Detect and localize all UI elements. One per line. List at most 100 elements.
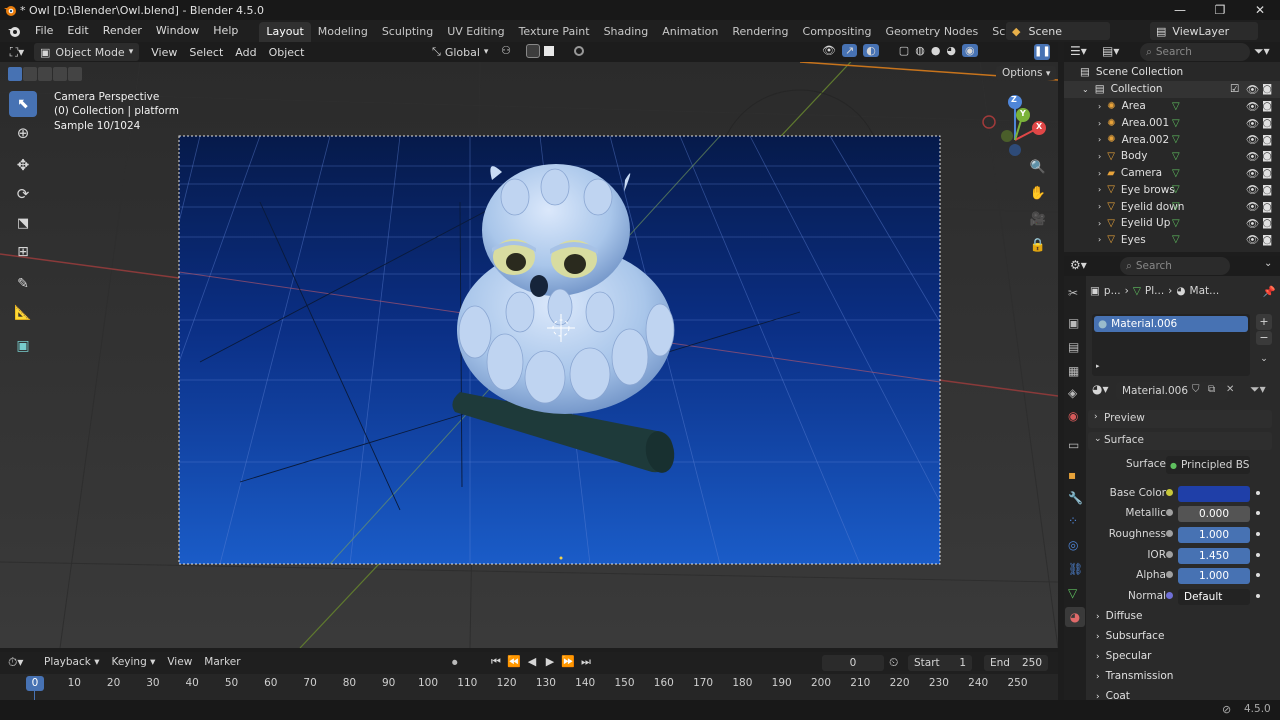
vp-menu-object[interactable]: Object [263, 46, 311, 59]
gizmo-y-label[interactable]: Y [1020, 109, 1026, 118]
vp-menu-view[interactable]: View [145, 46, 183, 59]
menu-keying[interactable]: Keying ▾ [111, 656, 155, 668]
clock-icon[interactable]: ⏲ [889, 655, 898, 670]
pin-icon[interactable]: 📌 [1263, 285, 1276, 298]
chevron-down-icon[interactable]: ⌄ [1264, 258, 1272, 269]
render-camera-icon[interactable]: ◙ [1262, 83, 1272, 95]
object-tab-icon[interactable]: ▪ [1068, 468, 1076, 482]
vp-menu-select[interactable]: Select [183, 46, 229, 59]
menu-render[interactable]: Render [96, 20, 149, 42]
eye-icon[interactable]: 👁 [1246, 167, 1259, 180]
gizmo-x-label[interactable]: X [1036, 122, 1042, 131]
slot-specials-icon[interactable]: ⌄ [1256, 352, 1272, 366]
timeline-ruler[interactable]: 0 10 20 30 40 50 60 70 80 90 100 110 120 130 140 150 160… [0, 674, 1058, 700]
eye-icon[interactable]: 👁 [1246, 100, 1259, 113]
checkbox-icon[interactable]: ☑ [1230, 83, 1239, 95]
animate-property-icon[interactable] [1256, 553, 1260, 557]
eye-icon[interactable]: 👁 [1246, 83, 1259, 96]
tab-layout[interactable]: Layout [259, 22, 311, 42]
scene-selector[interactable]: ◆ Scene [1006, 22, 1110, 40]
input-socket-icon[interactable] [1166, 509, 1173, 516]
scene-collection-row[interactable]: ▤ Scene Collection [1064, 64, 1280, 81]
expand-arrow-icon[interactable]: ▸ [1096, 362, 1100, 370]
render-camera-icon[interactable]: ◙ [1262, 134, 1272, 146]
prev-keyframe-icon[interactable]: ⏪ [506, 655, 522, 669]
input-socket-icon[interactable] [1166, 530, 1173, 537]
display-mode-icon[interactable]: ▤▾ [1102, 44, 1119, 58]
render-tab-icon[interactable]: ▣ [1068, 316, 1079, 330]
duplicate-icon[interactable]: ⧉ [1208, 384, 1215, 395]
material-tab-icon[interactable]: ◕ [1065, 607, 1085, 627]
outliner-item[interactable]: › ✺ Area.002 ▽ 👁 ◙ [1064, 131, 1280, 148]
render-camera-icon[interactable]: ◙ [1262, 201, 1272, 213]
move-tool[interactable]: ✥ [9, 152, 37, 178]
add-cube-tool[interactable]: ▣ [9, 333, 37, 359]
render-camera-icon[interactable]: ◙ [1262, 100, 1272, 112]
object-data-icon[interactable]: ▽ [1172, 134, 1180, 145]
select-box-tool[interactable]: ⬉ [9, 91, 37, 117]
animate-property-icon[interactable] [1256, 491, 1260, 495]
material-type-icon[interactable]: ⏷▾ [1250, 382, 1266, 397]
chevron-right-icon[interactable]: › [1098, 219, 1101, 228]
material-slot-row[interactable]: ● Material.006 [1094, 316, 1248, 332]
breadcrumb-object[interactable]: p... [1104, 285, 1121, 297]
lock-icon[interactable]: 🔒 [1028, 238, 1048, 258]
prop-field-normal[interactable]: Default [1178, 589, 1250, 605]
3d-viewport[interactable]: Z X Y Options ▾ Camera Perspective (0) C… [0, 62, 1058, 648]
eye-icon[interactable]: 👁 [1246, 150, 1259, 163]
menu-window[interactable]: Window [149, 20, 206, 42]
animate-property-icon[interactable] [1256, 594, 1260, 598]
tool-tab-icon[interactable]: ✂ [1068, 286, 1078, 300]
menu-timeline-view[interactable]: View [167, 656, 192, 668]
eye-icon[interactable]: 👁 [1246, 183, 1259, 196]
chevron-right-icon[interactable]: › [1098, 185, 1101, 194]
outliner-editor-icon[interactable]: ☰▾ [1070, 44, 1087, 58]
remove-slot-button[interactable]: − [1256, 331, 1272, 345]
chevron-right-icon[interactable]: › [1098, 152, 1101, 161]
collection-row[interactable]: ⌄ ▤ Collection ☑ 👁 ◙ [1064, 81, 1280, 98]
rendered-shading-icon[interactable]: ◉ [962, 44, 978, 57]
surface-shader-selector[interactable]: ● Principled BSDF [1166, 456, 1250, 474]
object-data-icon[interactable]: ▽ [1172, 151, 1180, 162]
timeline-editor-icon[interactable]: ⏱▾ [8, 655, 23, 670]
snap-target-icon[interactable] [544, 46, 554, 56]
outliner-item[interactable]: › ▽ Body ▽ 👁 ◙ [1064, 148, 1280, 165]
view-layer-selector[interactable]: ▤ ViewLayer [1150, 22, 1258, 40]
object-data-icon[interactable]: ▽ [1172, 184, 1180, 195]
chevron-right-icon[interactable]: › [1098, 169, 1101, 178]
animate-property-icon[interactable] [1256, 511, 1260, 515]
outliner-item[interactable]: › ▽ Eyes ▽ 👁 ◙ [1064, 232, 1280, 249]
pivot-icon[interactable]: ⚇ [498, 44, 514, 60]
maximize-button[interactable]: ❐ [1200, 0, 1240, 20]
overlay-toggle-icon[interactable]: ◐ [863, 44, 879, 57]
prop-field-ior[interactable]: 1.450 [1178, 548, 1250, 564]
object-data-icon[interactable]: ▽ [1172, 118, 1180, 129]
close-button[interactable]: ✕ [1240, 0, 1280, 20]
auto-keying-icon[interactable]: ⏺ [452, 656, 458, 670]
menu-edit[interactable]: Edit [60, 20, 95, 42]
outliner-item[interactable]: › ▽ Eyelid Up ▽ 👁 ◙ [1064, 215, 1280, 232]
chevron-right-icon[interactable]: › [1098, 135, 1101, 144]
select-subtract-icon[interactable] [38, 67, 52, 81]
input-socket-icon[interactable] [1166, 551, 1173, 558]
render-camera-icon[interactable]: ◙ [1262, 117, 1272, 129]
vp-menu-add[interactable]: Add [229, 46, 262, 59]
visibility-icon[interactable]: 👁 [822, 44, 836, 57]
object-data-icon[interactable]: ▽ [1172, 201, 1180, 212]
outliner-item[interactable]: › ▰ Camera ▽ 👁 ◙ [1064, 165, 1280, 182]
add-slot-button[interactable]: + [1256, 314, 1272, 330]
panel-coat[interactable]: › Coat [1096, 690, 1130, 700]
panel-specular[interactable]: › Specular [1096, 650, 1152, 662]
next-keyframe-icon[interactable]: ⏩ [560, 655, 576, 669]
pan-hand-icon[interactable]: ✋ [1028, 186, 1048, 206]
prop-field-roughness[interactable]: 1.000 [1178, 527, 1250, 543]
tab-sculpting[interactable]: Sculpting [375, 22, 440, 42]
panel-diffuse[interactable]: › Diffuse [1096, 610, 1142, 622]
gizmo-z-label[interactable]: Z [1011, 95, 1017, 104]
input-socket-icon[interactable] [1166, 592, 1173, 599]
start-frame-field[interactable]: Start 1 [908, 655, 972, 671]
eye-icon[interactable]: 👁 [1246, 117, 1259, 130]
gizmo-toggle-icon[interactable]: ↗ [841, 44, 858, 57]
prop-field-base-color[interactable] [1178, 486, 1250, 502]
xray-icon[interactable]: ▢ [899, 44, 909, 57]
